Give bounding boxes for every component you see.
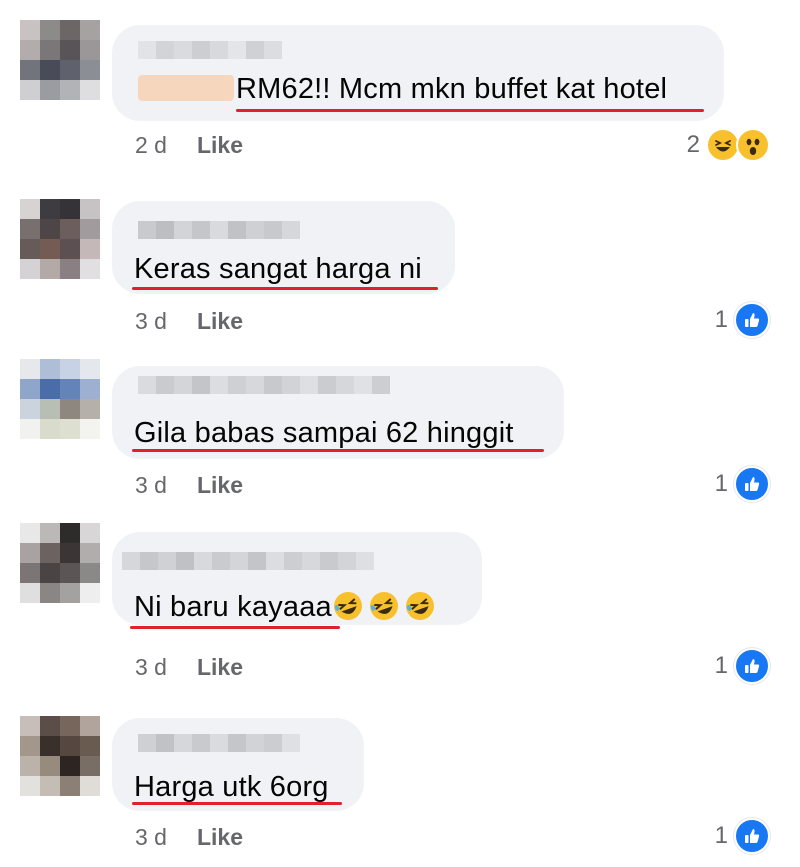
reaction-summary[interactable]: 1: [715, 648, 770, 684]
avatar[interactable]: [20, 716, 100, 796]
comment-bubble: Keras sangat harga ni: [112, 201, 455, 294]
comment-timestamp[interactable]: 3 d: [135, 308, 167, 335]
thumbs-up-icon: [734, 818, 770, 854]
like-button[interactable]: Like: [197, 308, 243, 335]
like-button[interactable]: Like: [197, 654, 243, 681]
comment-underline: [130, 626, 340, 629]
reaction-count: 1: [714, 822, 728, 849]
commenter-name-blurred[interactable]: [122, 552, 374, 570]
reaction-count: 1: [714, 306, 728, 333]
comment-text-body: Ni baru kayaaa: [134, 591, 332, 623]
reaction-summary[interactable]: 1: [715, 302, 770, 338]
comment-text: RM62!! Mcm mkn buffet kat hotel: [236, 73, 668, 105]
comment-underline: [132, 287, 438, 290]
reaction-summary[interactable]: 1: [715, 466, 770, 502]
comment-item: Ni baru kayaaa 3 d Like 1: [0, 520, 800, 700]
like-button[interactable]: Like: [197, 132, 243, 159]
rofl-emoji-icon: [405, 592, 434, 620]
avatar[interactable]: [20, 20, 100, 100]
reaction-count: 2: [686, 131, 700, 158]
comment-text: Ni baru kayaaa: [134, 590, 436, 624]
comment-timestamp[interactable]: 3 d: [135, 824, 167, 851]
commenter-name-blurred[interactable]: [138, 41, 282, 59]
reaction-count: 1: [714, 470, 728, 497]
thumbs-up-icon: [734, 466, 770, 502]
avatar[interactable]: [20, 359, 100, 439]
redacted-tag-blur: [138, 75, 234, 101]
like-button[interactable]: Like: [197, 472, 243, 499]
comment-underline: [236, 109, 704, 112]
commenter-name-blurred[interactable]: [138, 376, 390, 394]
commenter-name-blurred[interactable]: [138, 221, 300, 239]
avatar[interactable]: [20, 199, 100, 279]
laughing-face-icon: [706, 128, 740, 162]
comment-meta: 3 d Like: [135, 472, 243, 499]
comment-meta: 3 d Like: [135, 824, 243, 851]
comment-timestamp[interactable]: 2 d: [135, 132, 167, 159]
comment-text: Keras sangat harga ni: [134, 253, 422, 285]
comment-text: Gila babas sampai 62 hinggit: [134, 417, 514, 449]
comment-item: Harga utk 6org 3 d Like 1: [0, 700, 800, 867]
comment-underline: [132, 449, 544, 452]
comment-timestamp[interactable]: 3 d: [135, 472, 167, 499]
comment-bubble: RM62!! Mcm mkn buffet kat hotel: [112, 25, 724, 121]
comment-bubble: Gila babas sampai 62 hinggit: [112, 366, 564, 459]
comment-bubble: Ni baru kayaaa: [112, 532, 482, 629]
comment-item: Gila babas sampai 62 hinggit 3 d Like 1: [0, 350, 800, 520]
reaction-count: 1: [714, 652, 728, 679]
comment-meta: 3 d Like: [135, 308, 243, 335]
thumbs-up-icon: [734, 648, 770, 684]
comment-item: Keras sangat harga ni 3 d Like 1: [0, 180, 800, 350]
comment-timestamp[interactable]: 3 d: [135, 654, 167, 681]
comment-bubble: Harga utk 6org: [112, 718, 364, 811]
comment-text: Harga utk 6org: [134, 771, 329, 803]
comment-item: RM62!! Mcm mkn buffet kat hotel 2 d Like…: [0, 0, 800, 180]
commenter-name-blurred[interactable]: [138, 734, 300, 752]
comment-meta: 3 d Like: [135, 654, 243, 681]
surprised-face-icon: [736, 128, 770, 162]
avatar[interactable]: [20, 523, 100, 603]
reaction-summary[interactable]: 2: [687, 128, 770, 162]
comment-underline: [132, 802, 342, 805]
reaction-summary[interactable]: 1: [715, 818, 770, 854]
comment-meta: 2 d Like: [135, 132, 243, 159]
like-button[interactable]: Like: [197, 824, 243, 851]
rofl-emoji-icon: [369, 592, 398, 620]
rofl-emoji-icon: [333, 592, 362, 620]
thumbs-up-icon: [734, 302, 770, 338]
